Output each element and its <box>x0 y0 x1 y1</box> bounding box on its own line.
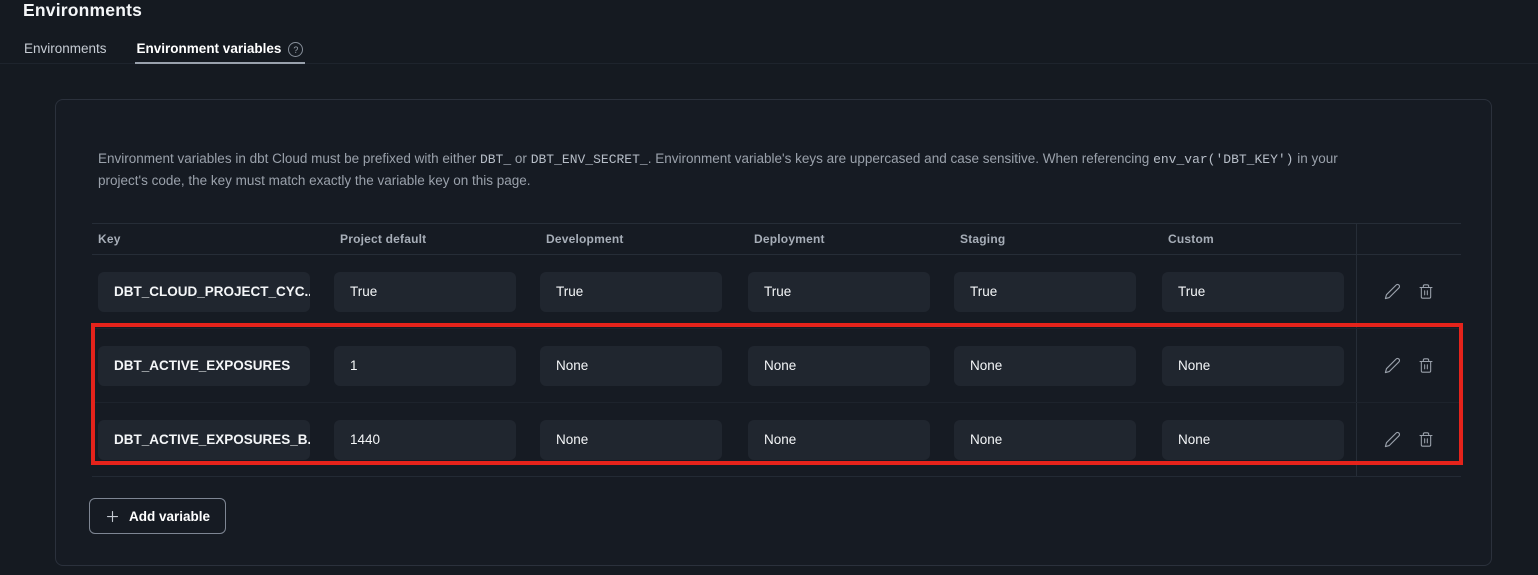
env-var-value-pill[interactable]: True <box>1162 272 1344 312</box>
description-segment: . Environment variable's keys are upperc… <box>648 151 1153 166</box>
env-var-value: 1 <box>350 358 358 373</box>
pencil-icon <box>1384 357 1401 374</box>
env-var-key: DBT_ACTIVE_EXPOSURES <box>114 358 290 373</box>
env-var-value-pill[interactable]: True <box>748 272 930 312</box>
trash-icon <box>1418 431 1434 448</box>
edit-button[interactable] <box>1382 355 1403 376</box>
env-var-value: None <box>1178 432 1210 447</box>
column-header-staging: Staging <box>954 224 1162 254</box>
env-var-value: None <box>556 432 588 447</box>
env-var-key-pill: DBT_ACTIVE_EXPOSURES_B... <box>98 420 310 460</box>
plus-icon <box>105 509 120 524</box>
env-var-value: True <box>764 284 791 299</box>
env-var-value-pill[interactable]: None <box>1162 420 1344 460</box>
edit-button[interactable] <box>1382 429 1403 450</box>
help-icon[interactable]: ? <box>288 42 303 57</box>
env-var-value-pill[interactable]: True <box>540 272 722 312</box>
add-variable-button[interactable]: Add variable <box>89 498 226 534</box>
env-var-value: None <box>1178 358 1210 373</box>
table-header-row: Key Project default Development Deployme… <box>92 223 1461 255</box>
env-var-value-pill[interactable]: None <box>540 346 722 386</box>
edit-button[interactable] <box>1382 281 1403 302</box>
env-var-value: True <box>350 284 377 299</box>
delete-button[interactable] <box>1416 281 1436 302</box>
description-segment: Environment variables in dbt Cloud must … <box>98 151 480 166</box>
env-var-value: None <box>764 358 796 373</box>
env-var-key: DBT_ACTIVE_EXPOSURES_B... <box>114 432 310 447</box>
env-var-key: DBT_CLOUD_PROJECT_CYC... <box>114 284 310 299</box>
env-var-value-pill[interactable]: None <box>748 420 930 460</box>
table-row: DBT_ACTIVE_EXPOSURES 1 None None None No… <box>92 329 1461 403</box>
env-var-value: True <box>1178 284 1205 299</box>
column-header-deployment: Deployment <box>748 224 954 254</box>
table-row: DBT_ACTIVE_EXPOSURES_B... 1440 None None… <box>92 403 1461 477</box>
env-var-value-pill[interactable]: None <box>748 346 930 386</box>
tab-bar: Environments Environment variables ? <box>0 38 1538 64</box>
column-header-actions <box>1356 224 1461 254</box>
trash-icon <box>1418 357 1434 374</box>
code-dbt-prefix: DBT_ <box>480 152 511 167</box>
env-var-value: None <box>970 358 1002 373</box>
env-var-table: Key Project default Development Deployme… <box>92 223 1461 477</box>
env-var-value-pill[interactable]: True <box>334 272 516 312</box>
env-var-value: None <box>970 432 1002 447</box>
code-env-var-example: env_var('DBT_KEY') <box>1153 152 1293 167</box>
tab-label: Environments <box>24 41 107 56</box>
table-row: DBT_CLOUD_PROJECT_CYC... True True True … <box>92 255 1461 329</box>
description-segment: or <box>511 151 531 166</box>
env-var-value-pill[interactable]: 1440 <box>334 420 516 460</box>
column-header-development: Development <box>540 224 748 254</box>
env-var-value: True <box>556 284 583 299</box>
env-var-value: True <box>970 284 997 299</box>
env-var-value-pill[interactable]: True <box>954 272 1136 312</box>
env-var-value-pill[interactable]: None <box>954 346 1136 386</box>
environment-variables-panel: Environment variables in dbt Cloud must … <box>55 99 1492 566</box>
environments-page: Environments Environments Environment va… <box>0 0 1538 575</box>
page-title: Environments <box>23 0 142 21</box>
pencil-icon <box>1384 283 1401 300</box>
env-var-value-pill[interactable]: 1 <box>334 346 516 386</box>
trash-icon <box>1418 283 1434 300</box>
env-var-value-pill[interactable]: None <box>540 420 722 460</box>
tab-environment-variables[interactable]: Environment variables ? <box>135 38 306 64</box>
description-text: Environment variables in dbt Cloud must … <box>98 149 1372 191</box>
pencil-icon <box>1384 431 1401 448</box>
delete-button[interactable] <box>1416 355 1436 376</box>
column-header-key: Key <box>92 224 334 254</box>
column-header-custom: Custom <box>1162 224 1356 254</box>
env-var-value: 1440 <box>350 432 380 447</box>
delete-button[interactable] <box>1416 429 1436 450</box>
env-var-value: None <box>556 358 588 373</box>
env-var-value-pill[interactable]: None <box>1162 346 1344 386</box>
env-var-key-pill: DBT_CLOUD_PROJECT_CYC... <box>98 272 310 312</box>
add-variable-label: Add variable <box>129 509 210 524</box>
env-var-value: None <box>764 432 796 447</box>
column-header-project-default: Project default <box>334 224 540 254</box>
tab-environments[interactable]: Environments <box>22 38 109 63</box>
env-var-key-pill: DBT_ACTIVE_EXPOSURES <box>98 346 310 386</box>
env-var-value-pill[interactable]: None <box>954 420 1136 460</box>
tab-label: Environment variables <box>137 41 282 56</box>
code-dbt-env-secret-prefix: DBT_ENV_SECRET_ <box>531 152 648 167</box>
